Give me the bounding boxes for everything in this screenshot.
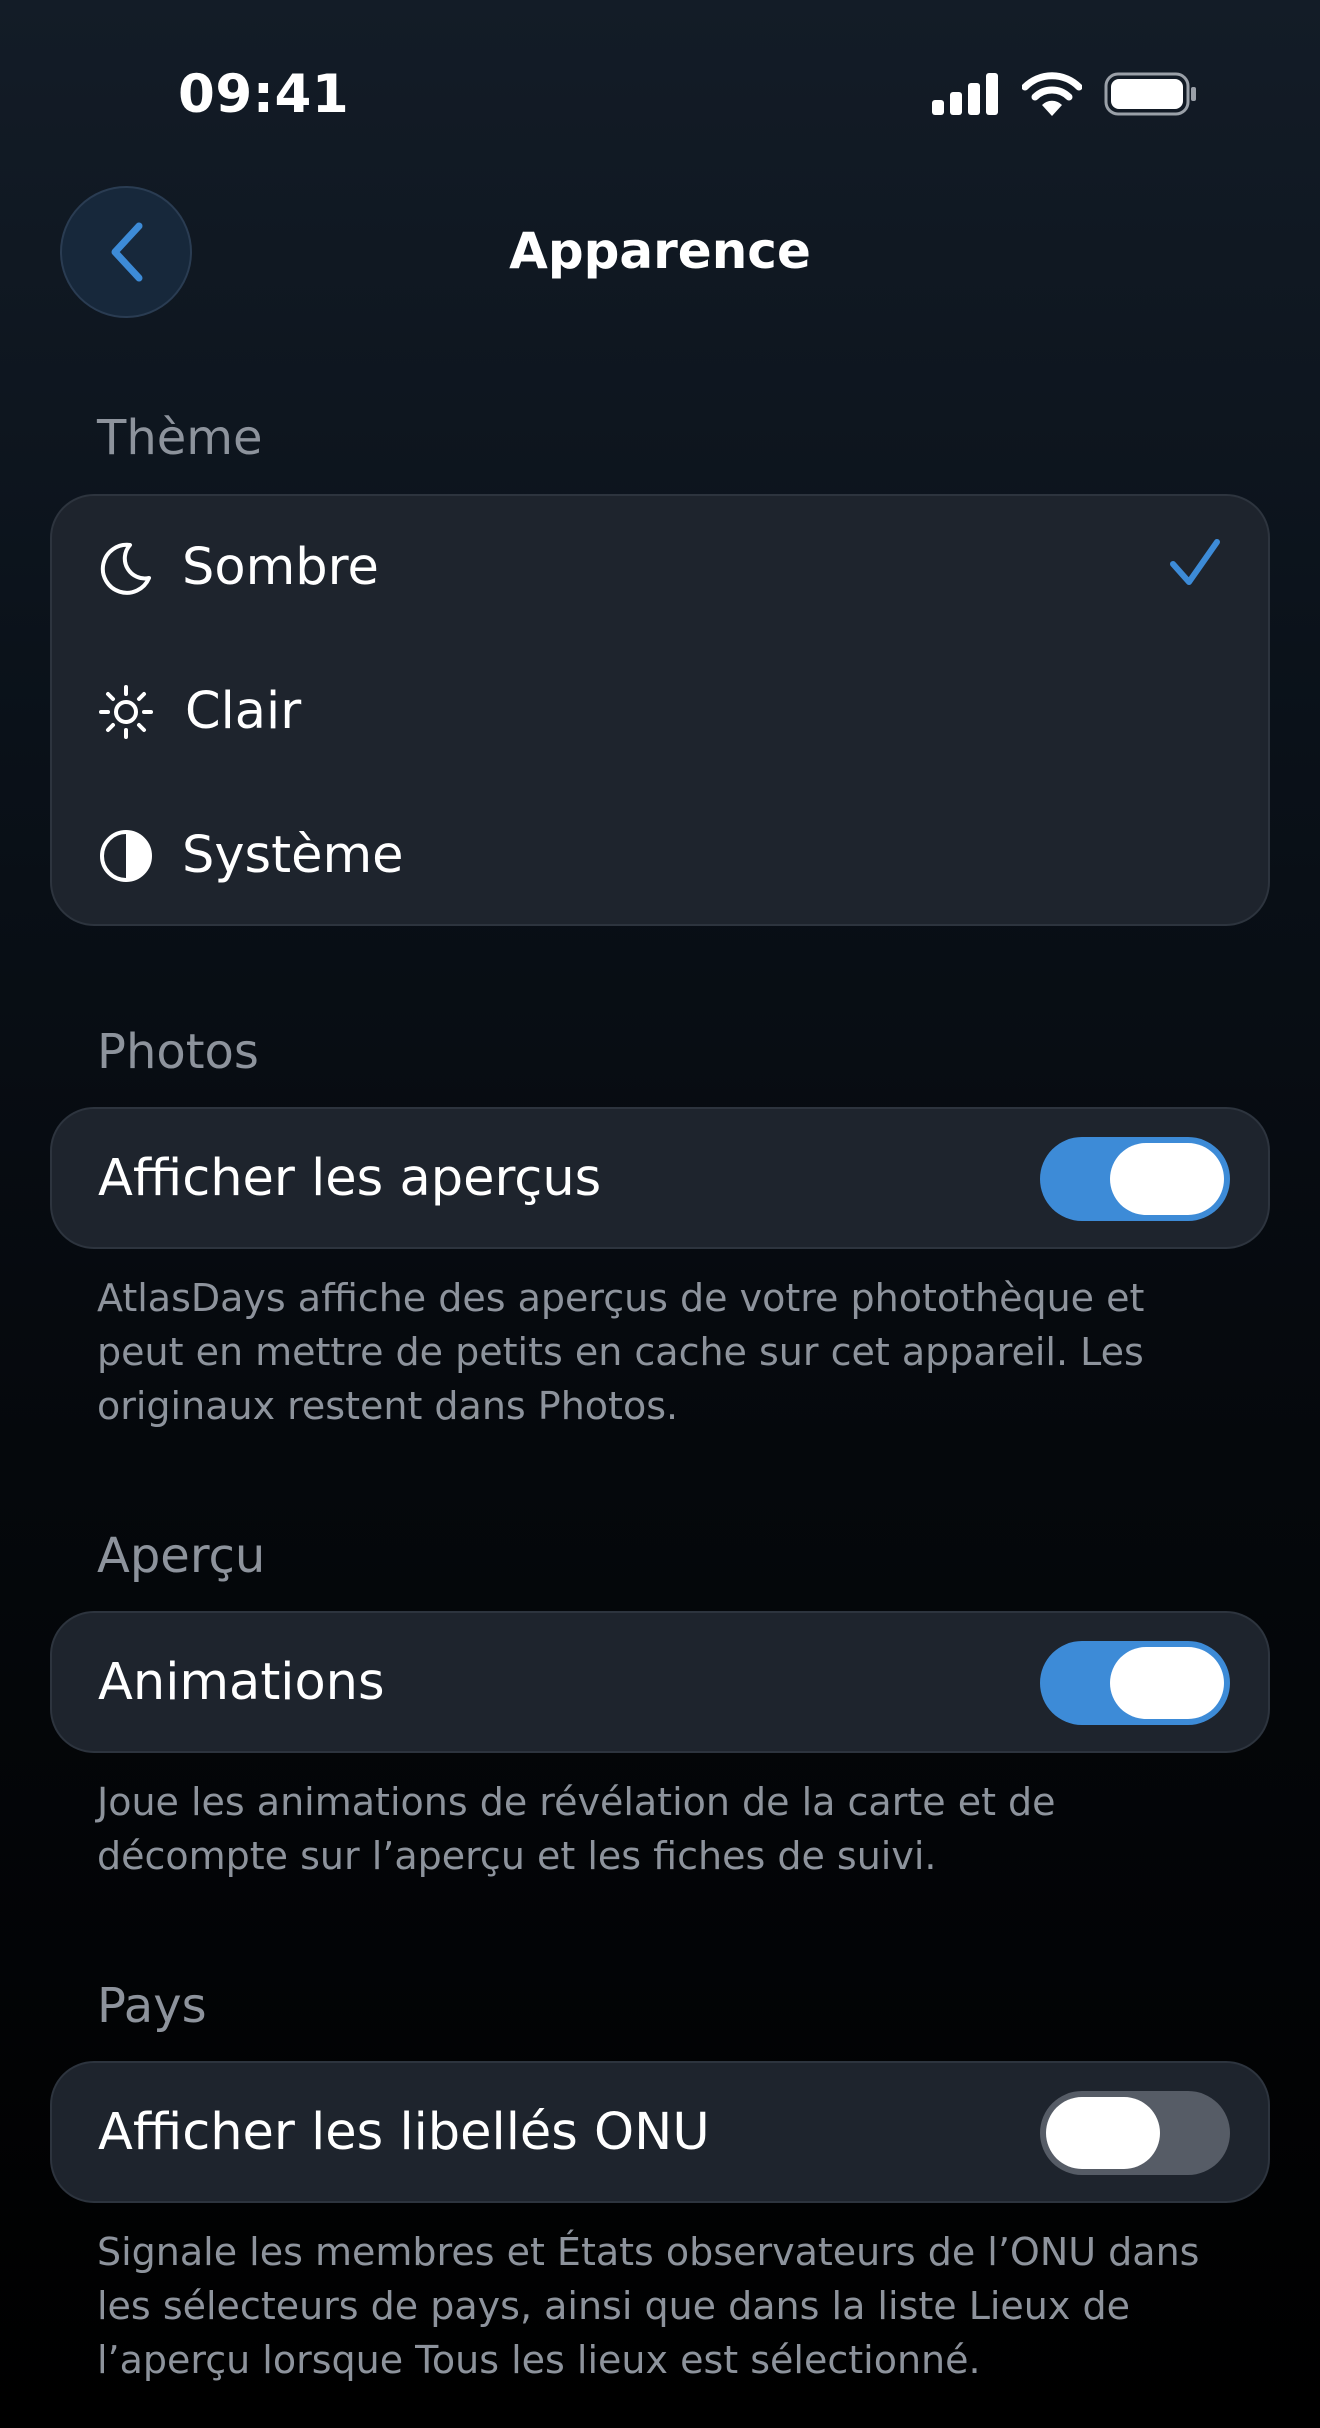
status-icons: [932, 72, 1198, 116]
pays-footnote: Signale les membres et États observateur…: [97, 2230, 1200, 2382]
page-title: Apparence: [509, 222, 811, 280]
status-time: 09:41: [178, 64, 350, 125]
section-header-pays: Pays: [97, 1978, 207, 2034]
un-labels-label: Afficher les libellés ONU: [98, 2103, 710, 2162]
theme-option-sombre[interactable]: Sombre: [52, 496, 1268, 640]
apercu-footnote: Joue les animations de révélation de la …: [97, 1780, 1056, 1878]
moon-icon: [100, 542, 151, 595]
sun-icon: [99, 685, 153, 739]
show-previews-label: Afficher les aperçus: [98, 1149, 602, 1208]
un-labels-toggle[interactable]: [1040, 2091, 1230, 2175]
section-header-theme: Thème: [97, 410, 263, 466]
checkmark-icon: [1170, 539, 1220, 585]
section-header-apercu: Aperçu: [97, 1528, 266, 1584]
toggle-knob: [1046, 2097, 1160, 2169]
theme-option-label: Sombre: [182, 538, 379, 597]
apercu-card: Animations: [50, 1611, 1270, 1753]
show-previews-toggle[interactable]: [1040, 1137, 1230, 1221]
animations-label: Animations: [98, 1653, 385, 1712]
toggle-knob: [1110, 1143, 1224, 1215]
cellular-signal-icon: [932, 73, 998, 115]
wifi-icon: [1022, 72, 1082, 116]
contrast-icon: [100, 830, 152, 882]
status-bar: 09:41: [0, 0, 1320, 190]
photos-card: Afficher les aperçus: [50, 1107, 1270, 1249]
photos-footnote: AtlasDays affiche des aperçus de votre p…: [97, 1276, 1145, 1428]
theme-card: Sombre Clair Système: [50, 494, 1270, 926]
theme-option-label: Système: [182, 826, 404, 885]
theme-option-label: Clair: [185, 682, 302, 741]
battery-icon: [1104, 72, 1196, 116]
animations-toggle[interactable]: [1040, 1641, 1230, 1725]
toggle-knob: [1110, 1647, 1224, 1719]
theme-option-systeme[interactable]: Système: [52, 784, 1268, 928]
section-header-photos: Photos: [97, 1024, 259, 1080]
pays-card: Afficher les libellés ONU: [50, 2061, 1270, 2203]
theme-option-clair[interactable]: Clair: [52, 640, 1268, 784]
